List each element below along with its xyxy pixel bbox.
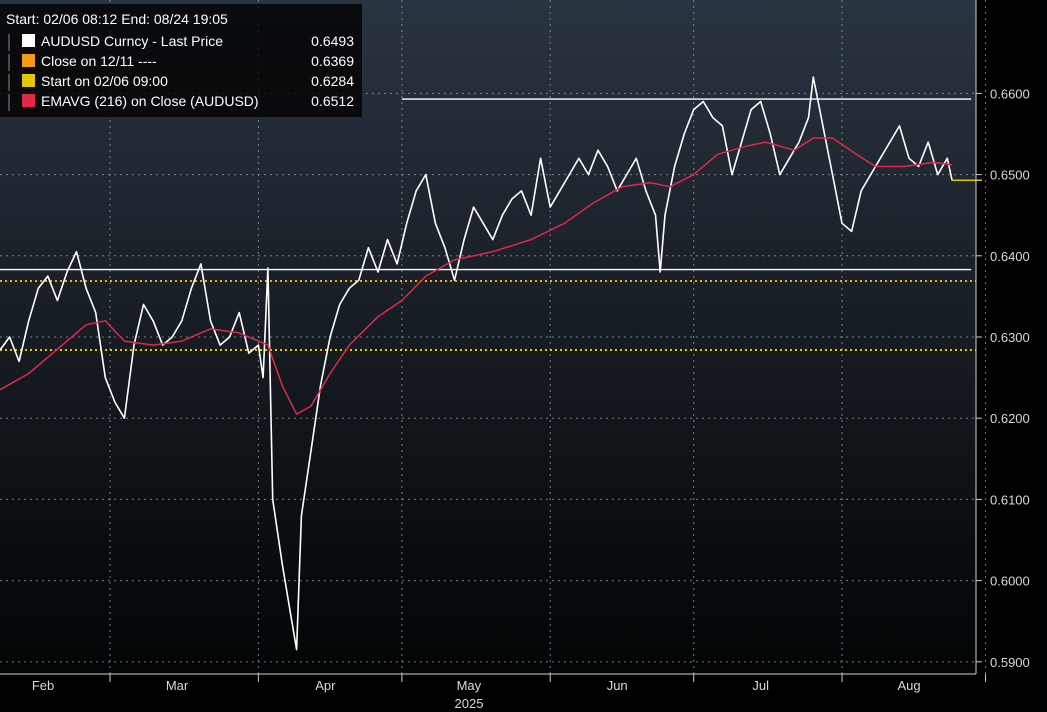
chart-root: 0.5900 0.6000 0.6100 0.6200 0.6300 0.6400 0.65… bbox=[0, 0, 1047, 712]
y-tick-label-0.6000: 0.6000 bbox=[990, 574, 1030, 589]
y-tick-label-0.6600: 0.6600 bbox=[990, 86, 1030, 101]
y-tick-label-0.6100: 0.6100 bbox=[990, 492, 1030, 507]
legend-value: 0.6369 bbox=[311, 53, 354, 69]
x-tick-label-aug: Aug bbox=[897, 678, 920, 693]
legend-label: AUDUSD Curncy - Last Price bbox=[41, 33, 223, 49]
legend-swatch bbox=[22, 94, 35, 107]
legend-swatch bbox=[22, 54, 35, 67]
y-tick-label-0.6300: 0.6300 bbox=[990, 330, 1030, 345]
x-axis-year-label: 2025 bbox=[455, 696, 484, 711]
legend-value: 0.6512 bbox=[311, 93, 354, 109]
legend-label: Start on 02/06 09:00 bbox=[41, 73, 168, 89]
legend-swatch bbox=[22, 74, 35, 87]
audusd-chart: 0.5900 0.6000 0.6100 0.6200 0.6300 0.6400 0.65… bbox=[0, 0, 1047, 712]
x-tick-label-may: May bbox=[457, 678, 482, 693]
axis-background bbox=[976, 0, 1047, 712]
legend-date-range: Start: 02/06 08:12 End: 08/24 19:05 bbox=[6, 11, 228, 27]
legend-swatch bbox=[22, 34, 35, 47]
x-tick-label-jun: Jun bbox=[607, 678, 628, 693]
y-tick-label-0.6400: 0.6400 bbox=[990, 249, 1030, 264]
legend-label: Close on 12/11 ---- bbox=[41, 53, 157, 69]
y-tick-label-0.5900: 0.5900 bbox=[990, 655, 1030, 670]
legend-value: 0.6493 bbox=[311, 33, 354, 49]
x-tick-label-feb: Feb bbox=[32, 678, 54, 693]
y-tick-label-0.6500: 0.6500 bbox=[990, 168, 1030, 183]
legend: Start: 02/06 08:12 End: 08/24 19:05 AUDU… bbox=[0, 4, 362, 117]
legend-value: 0.6284 bbox=[311, 73, 354, 89]
x-tick-label-mar: Mar bbox=[166, 678, 189, 693]
y-tick-label-0.6200: 0.6200 bbox=[990, 411, 1030, 426]
x-tick-label-apr: Apr bbox=[315, 678, 336, 693]
x-tick-label-jul: Jul bbox=[752, 678, 769, 693]
month-axis-background bbox=[0, 674, 976, 712]
legend-label: EMAVG (216) on Close (AUDUSD) bbox=[41, 93, 259, 109]
